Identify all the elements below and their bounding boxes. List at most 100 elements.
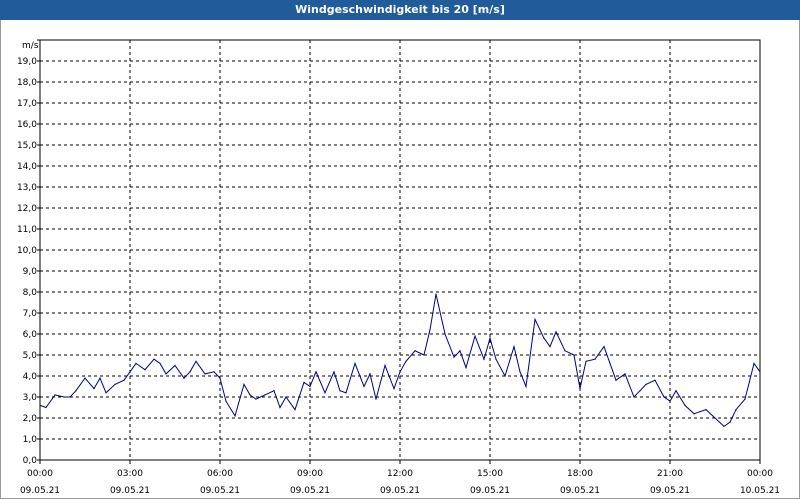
data-point <box>594 358 596 360</box>
y-tick-label: 5,0 <box>23 351 38 361</box>
data-point <box>459 350 461 352</box>
data-point <box>243 383 245 385</box>
data-point <box>753 362 755 364</box>
data-point <box>333 371 335 373</box>
y-tick-label: 4,0 <box>23 372 38 382</box>
x-tick-time-label: 12:00 <box>387 469 413 479</box>
data-point <box>525 385 527 388</box>
y-tick-label: 14,0 <box>17 162 37 172</box>
data-point <box>54 394 56 396</box>
x-tick-date-label: 09.05.21 <box>470 486 510 496</box>
data-point <box>189 371 191 373</box>
data-point <box>384 364 386 367</box>
data-point <box>423 354 425 356</box>
data-point <box>645 383 647 385</box>
data-point <box>603 346 605 348</box>
x-tick-time-label: 00:00 <box>27 469 53 479</box>
data-point <box>324 392 326 394</box>
data-point <box>183 377 185 379</box>
data-point <box>285 396 287 398</box>
data-point <box>405 360 407 362</box>
data-point <box>93 388 95 390</box>
data-point <box>309 385 311 388</box>
data-point <box>399 371 401 373</box>
data-point <box>729 421 731 423</box>
data-point <box>249 394 251 396</box>
y-tick-label: 6,0 <box>23 330 38 340</box>
data-point <box>393 388 395 390</box>
data-point <box>504 375 506 377</box>
data-point <box>543 337 545 339</box>
y-tick-label: 9,0 <box>23 267 38 277</box>
data-point <box>39 404 41 406</box>
data-point <box>624 373 626 375</box>
data-point <box>435 293 437 295</box>
data-point <box>549 346 551 348</box>
data-point <box>99 377 101 379</box>
data-point <box>579 388 581 390</box>
x-tick-date-label: 09.05.21 <box>20 486 60 496</box>
data-point <box>684 404 686 406</box>
data-point <box>639 390 641 392</box>
data-point <box>153 358 155 360</box>
data-point <box>453 356 455 358</box>
y-tick-label: 12,0 <box>17 204 37 214</box>
x-tick-date-label: 10.05.21 <box>740 486 780 496</box>
data-point <box>45 406 47 409</box>
data-point <box>114 383 116 385</box>
data-point <box>489 337 491 339</box>
data-point <box>654 379 656 381</box>
data-point <box>273 390 275 392</box>
data-point <box>699 411 701 413</box>
y-tick-label: 10,0 <box>17 246 37 256</box>
data-point <box>495 358 497 360</box>
data-point <box>294 409 296 411</box>
data-point <box>723 425 725 427</box>
x-tick-date-label: 09.05.21 <box>380 486 420 496</box>
data-point <box>63 396 65 398</box>
data-point <box>264 394 266 396</box>
data-point <box>564 350 566 352</box>
y-tick-label: 3,0 <box>23 393 38 403</box>
data-point <box>303 381 305 383</box>
data-point <box>159 362 161 364</box>
data-point <box>735 409 737 411</box>
data-point <box>213 371 215 373</box>
data-point <box>165 373 167 375</box>
data-point <box>369 373 371 375</box>
x-tick-time-label: 03:00 <box>117 469 143 479</box>
x-tick-date-label: 09.05.21 <box>560 486 600 496</box>
data-point <box>195 360 197 362</box>
data-point <box>663 396 665 398</box>
y-tick-label: 2,0 <box>23 414 38 424</box>
data-point <box>135 362 137 364</box>
data-point <box>513 346 515 348</box>
data-point <box>615 379 617 381</box>
y-tick-label: 1,0 <box>23 435 38 445</box>
x-tick-time-label: 21:00 <box>657 469 683 479</box>
y-tick-label: 16,0 <box>17 120 37 130</box>
data-point <box>693 413 695 415</box>
data-point <box>363 385 365 388</box>
data-point <box>144 369 146 371</box>
data-point <box>714 417 716 419</box>
data-point <box>315 371 317 373</box>
x-tick-time-label: 06:00 <box>207 469 233 479</box>
data-point <box>633 396 635 398</box>
data-point <box>534 318 536 320</box>
data-point <box>429 329 431 331</box>
x-tick-time-label: 15:00 <box>477 469 503 479</box>
y-tick-label: 13,0 <box>17 183 37 193</box>
data-point <box>375 398 377 400</box>
data-point <box>483 358 485 360</box>
data-point <box>474 335 476 337</box>
data-point <box>705 409 707 411</box>
data-point <box>279 406 281 409</box>
y-axis-unit-label: m/s <box>22 41 39 51</box>
data-point <box>609 362 611 364</box>
data-point <box>573 354 575 356</box>
data-point <box>219 377 221 379</box>
x-tick-date-label: 09.05.21 <box>650 486 690 496</box>
y-tick-label: 7,0 <box>23 309 38 319</box>
x-tick-date-label: 09.05.21 <box>110 486 150 496</box>
